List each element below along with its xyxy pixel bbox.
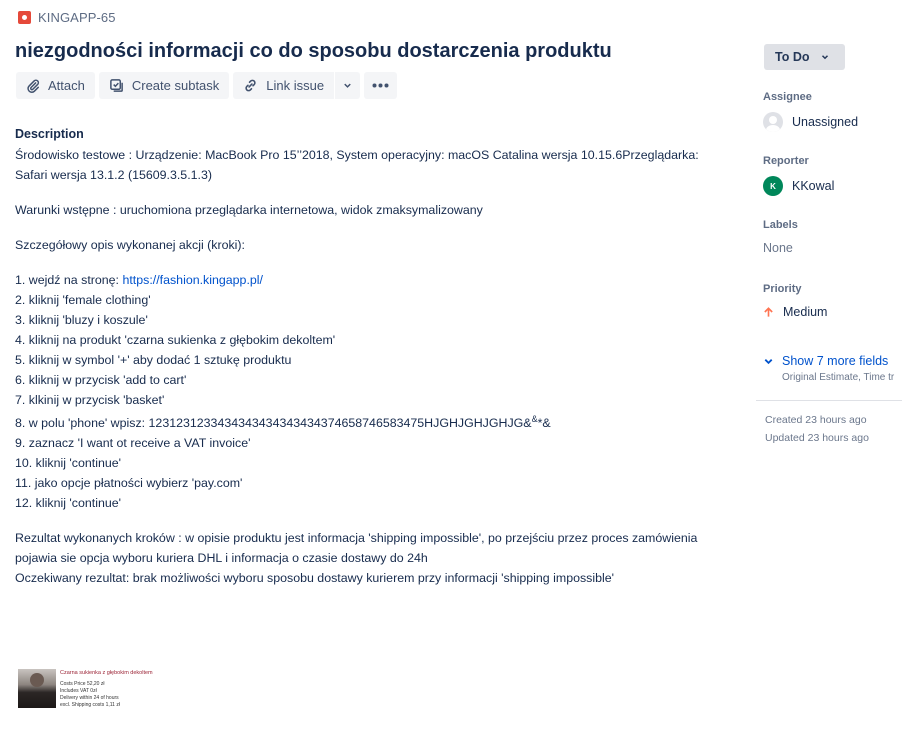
avatar: K: [763, 176, 783, 196]
issue-key[interactable]: KINGAPP-65: [38, 10, 116, 25]
issue-toolbar: Attach Create subtask Link issue: [16, 72, 398, 99]
paperclip-icon: [27, 79, 40, 93]
labels-label: Labels: [763, 219, 798, 231]
link-issue-group: Link issue: [233, 72, 361, 99]
subtask-icon: [109, 79, 123, 92]
reporter-label: Reporter: [763, 155, 809, 167]
assignee-label: Assignee: [763, 91, 812, 103]
create-subtask-label: Create subtask: [131, 78, 220, 93]
description-env: Środowisko testowe : Urządzenie: MacBook…: [15, 148, 699, 182]
priority-value: Medium: [783, 305, 828, 319]
status-label: To Do: [775, 50, 810, 64]
link-issue-button[interactable]: Link issue: [233, 72, 335, 99]
ellipsis-icon: [372, 83, 389, 88]
attachment-preview-text: Czarna sukienka z głębokim dekoltem Cost…: [60, 670, 153, 708]
step-item: 3. kliknij 'bluzy i koszule': [15, 313, 148, 327]
step-item: 7. klkinij w przycisk 'basket': [15, 393, 165, 407]
step-item: 5. kliknij w symbol '+' aby dodać 1 sztu…: [15, 353, 292, 367]
step-item: 6. kliknij w przycisk 'add to cart': [15, 373, 187, 387]
priority-field[interactable]: Medium: [763, 305, 827, 319]
create-subtask-button[interactable]: Create subtask: [98, 72, 230, 99]
assignee-value: Unassigned: [792, 115, 859, 129]
step-link[interactable]: https://fashion.kingapp.pl/: [122, 273, 263, 287]
avatar: [763, 112, 783, 132]
created-timestamp: Created 23 hours ago: [765, 414, 867, 426]
attachment-thumbnail[interactable]: Czarna sukienka z głębokim dekoltem Cost…: [18, 669, 168, 709]
reporter-value: KKowal: [792, 179, 835, 193]
step-item: 1. wejdź na stronę: https://fashion.king…: [15, 273, 263, 287]
step-item: 8. w polu 'phone' wpisz: 123123123343434…: [15, 413, 551, 430]
labels-field[interactable]: None: [763, 241, 793, 255]
step-item: 2. kliknij 'female clothing': [15, 293, 151, 307]
description-steps-heading: Szczegółowy opis wykonanej akcji (kroki)…: [15, 238, 246, 252]
labels-value: None: [763, 241, 793, 255]
step-item: 4. kliknij na produkt 'czarna sukienka z…: [15, 333, 336, 347]
status-dropdown[interactable]: To Do: [764, 44, 845, 70]
arrow-up-icon: [764, 307, 773, 317]
attach-label: Attach: [48, 78, 85, 93]
assignee-field[interactable]: Unassigned: [763, 112, 858, 132]
chevron-down-icon: [764, 359, 773, 365]
description-expected: Oczekiwany rezultat: brak możliwości wyb…: [15, 571, 615, 585]
show-more-fields-label: Show 7 more fields: [782, 354, 889, 368]
more-actions-button[interactable]: [364, 72, 398, 99]
updated-timestamp: Updated 23 hours ago: [765, 432, 869, 444]
more-fields-summary: Original Estimate, Time tr: [782, 372, 895, 383]
description-preconditions: Warunki wstępne : uruchomiona przeglądar…: [15, 203, 483, 217]
steps-list: 1. wejdź na stronę: https://fashion.king…: [15, 270, 720, 513]
step-item: 11. jako opcje płatności wybierz 'pay.co…: [15, 476, 243, 490]
step-item: 12. kliknij 'continue': [15, 496, 121, 510]
chevron-down-icon: [344, 83, 351, 88]
step-item: 10. kliknij 'continue': [15, 456, 121, 470]
attach-button[interactable]: Attach: [16, 72, 95, 99]
link-issue-label: Link issue: [266, 78, 325, 93]
link-issue-dropdown[interactable]: [335, 72, 361, 99]
divider: [756, 400, 902, 401]
bug-type-icon: [18, 11, 31, 24]
step-item: 9. zaznacz 'I want ot receive a VAT invo…: [15, 436, 251, 450]
reporter-field[interactable]: K KKowal: [763, 176, 834, 196]
link-icon: [245, 79, 256, 92]
chevron-down-icon: [822, 55, 829, 60]
description-result: Rezultat wykonanych kroków : w opisie pr…: [15, 531, 698, 565]
issue-title[interactable]: niezgodności informacji co do sposobu do…: [15, 40, 612, 63]
description-heading: Description: [15, 127, 84, 141]
breadcrumb: KINGAPP-65: [18, 10, 116, 25]
show-more-fields[interactable]: Show 7 more fields Original Estimate, Ti…: [763, 354, 894, 383]
attachment-product-image: [18, 669, 56, 708]
description-section[interactable]: Description Środowisko testowe : Urządze…: [15, 124, 720, 588]
priority-label: Priority: [763, 283, 802, 295]
